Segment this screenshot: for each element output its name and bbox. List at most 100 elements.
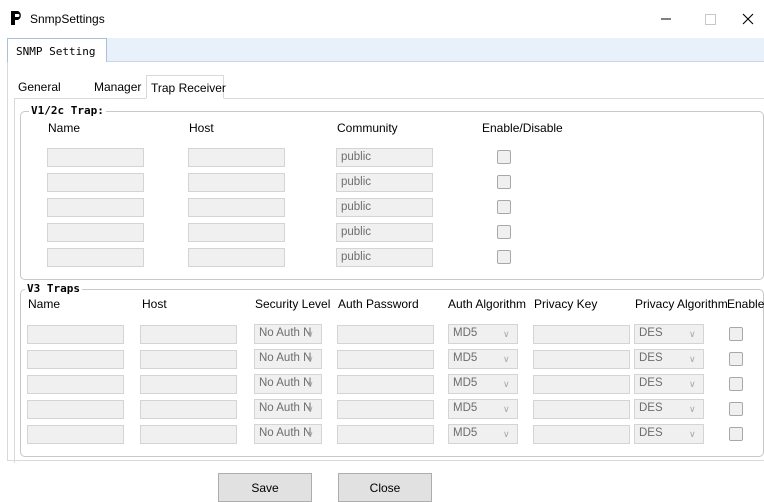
v3-auth-password-field[interactable] — [337, 400, 434, 419]
v3-auth-password-field[interactable] — [337, 375, 434, 394]
v1-community-field[interactable]: public — [336, 198, 433, 217]
v3-host-header: Host — [142, 297, 167, 311]
v3-privacy-algorithm-select[interactable]: DES ∨ — [634, 324, 704, 344]
v1-enable-checkbox[interactable] — [497, 175, 511, 189]
v3-auth-algorithm-select[interactable]: MD5 ∨ — [448, 324, 518, 344]
v3-privacy-algorithm-select[interactable]: DES ∨ — [634, 374, 704, 394]
v3-enable-header: Enable — [727, 297, 764, 311]
v1-name-field[interactable] — [47, 198, 144, 217]
v3-host-field[interactable] — [140, 350, 237, 369]
v3-privacy-algorithm-select[interactable]: DES ∨ — [634, 424, 704, 444]
v3-privacy-key-field[interactable] — [533, 350, 630, 369]
v3-host-field[interactable] — [140, 425, 237, 444]
auth-algorithm-value: MD5 — [453, 427, 478, 439]
v1-community-field[interactable]: public — [336, 148, 433, 167]
v3-name-field[interactable] — [27, 325, 124, 344]
security-level-value: No Auth N — [259, 402, 312, 414]
maximize-button[interactable] — [690, 6, 730, 32]
privacy-algorithm-value: DES — [639, 377, 663, 389]
save-button[interactable]: Save — [218, 473, 312, 502]
v3-auth-password-field[interactable] — [337, 350, 434, 369]
tab-snmp-setting[interactable]: SNMP Setting — [7, 38, 107, 63]
v3-name-field[interactable] — [27, 400, 124, 419]
v1-name-field[interactable] — [47, 173, 144, 192]
v3-enable-checkbox[interactable] — [729, 352, 743, 366]
v3-auth-password-field[interactable] — [337, 325, 434, 344]
v1-name-field[interactable] — [47, 223, 144, 242]
v3-name-field[interactable] — [27, 350, 124, 369]
privacy-algorithm-value: DES — [639, 402, 663, 414]
security-level-value: No Auth N — [259, 377, 312, 389]
window-title: SnmpSettings — [30, 12, 105, 26]
chevron-down-icon: ∨ — [307, 429, 314, 439]
v3-auth-password-header: Auth Password — [338, 297, 419, 311]
v1-community-field[interactable]: public — [336, 173, 433, 192]
chevron-down-icon: ∨ — [689, 379, 696, 389]
v1-host-field[interactable] — [188, 198, 285, 217]
v3-host-field[interactable] — [140, 325, 237, 344]
title-bar: SnmpSettings — [0, 0, 764, 38]
v3-enable-checkbox[interactable] — [729, 327, 743, 341]
v1-community-field[interactable]: public — [336, 223, 433, 242]
v3-privacy-algorithm-select[interactable]: DES ∨ — [634, 349, 704, 369]
v1-enable-checkbox[interactable] — [497, 150, 511, 164]
security-level-value: No Auth N — [259, 427, 312, 439]
v3-traps-legend: V3 Traps — [25, 282, 82, 295]
v1-host-field[interactable] — [188, 223, 285, 242]
tab-trap-receiver[interactable]: Trap Receiver — [146, 75, 226, 99]
v3-privacy-key-field[interactable] — [533, 400, 630, 419]
v3-privacy-algorithm-select[interactable]: DES ∨ — [634, 399, 704, 419]
v3-auth-algorithm-select[interactable]: MD5 ∨ — [448, 424, 518, 444]
tab-general[interactable]: General — [18, 75, 70, 99]
v3-enable-checkbox[interactable] — [729, 402, 743, 416]
auth-algorithm-value: MD5 — [453, 377, 478, 389]
v3-privacy-key-header: Privacy Key — [534, 297, 598, 311]
v3-host-field[interactable] — [140, 400, 237, 419]
close-window-button[interactable] — [732, 6, 764, 32]
close-button[interactable]: Close — [338, 473, 432, 502]
chevron-down-icon: ∨ — [503, 329, 510, 339]
chevron-down-icon: ∨ — [307, 404, 314, 414]
chevron-down-icon: ∨ — [503, 429, 510, 439]
chevron-down-icon: ∨ — [503, 354, 510, 364]
v1-enable-checkbox[interactable] — [497, 225, 511, 239]
maximize-icon — [704, 13, 716, 25]
tab-manager[interactable]: Manager — [94, 75, 154, 99]
v1-name-field[interactable] — [47, 148, 144, 167]
v3-privacy-key-field[interactable] — [533, 325, 630, 344]
security-level-value: No Auth N — [259, 327, 312, 339]
close-icon — [742, 13, 754, 25]
v3-privacy-key-field[interactable] — [533, 375, 630, 394]
v3-security-level-select[interactable]: No Auth N ∨ — [254, 349, 322, 369]
v3-host-field[interactable] — [140, 375, 237, 394]
v3-security-level-select[interactable]: No Auth N ∨ — [254, 324, 322, 344]
v3-auth-algorithm-select[interactable]: MD5 ∨ — [448, 399, 518, 419]
v3-enable-checkbox[interactable] — [729, 377, 743, 391]
v3-enable-checkbox[interactable] — [729, 427, 743, 441]
v3-name-field[interactable] — [27, 375, 124, 394]
outer-tab-strip — [7, 38, 764, 62]
chevron-down-icon: ∨ — [689, 329, 696, 339]
v3-auth-algorithm-select[interactable]: MD5 ∨ — [448, 374, 518, 394]
chevron-down-icon: ∨ — [503, 404, 510, 414]
chevron-down-icon: ∨ — [307, 379, 314, 389]
minimize-icon — [661, 18, 671, 20]
v1-name-field[interactable] — [47, 248, 144, 267]
auth-algorithm-value: MD5 — [453, 402, 478, 414]
v3-security-level-select[interactable]: No Auth N ∨ — [254, 399, 322, 419]
v3-name-field[interactable] — [27, 425, 124, 444]
chevron-down-icon: ∨ — [307, 354, 314, 364]
v1-host-field[interactable] — [188, 148, 285, 167]
v1-host-field[interactable] — [188, 248, 285, 267]
v1-enable-checkbox[interactable] — [497, 200, 511, 214]
minimize-button[interactable] — [646, 6, 686, 32]
v3-security-level-select[interactable]: No Auth N ∨ — [254, 374, 322, 394]
v3-privacy-key-field[interactable] — [533, 425, 630, 444]
v1-enable-checkbox[interactable] — [497, 250, 511, 264]
v3-security-level-select[interactable]: No Auth N ∨ — [254, 424, 322, 444]
chevron-down-icon: ∨ — [307, 329, 314, 339]
v3-auth-algorithm-select[interactable]: MD5 ∨ — [448, 349, 518, 369]
v1-community-field[interactable]: public — [336, 248, 433, 267]
v1-host-field[interactable] — [188, 173, 285, 192]
v3-auth-password-field[interactable] — [337, 425, 434, 444]
